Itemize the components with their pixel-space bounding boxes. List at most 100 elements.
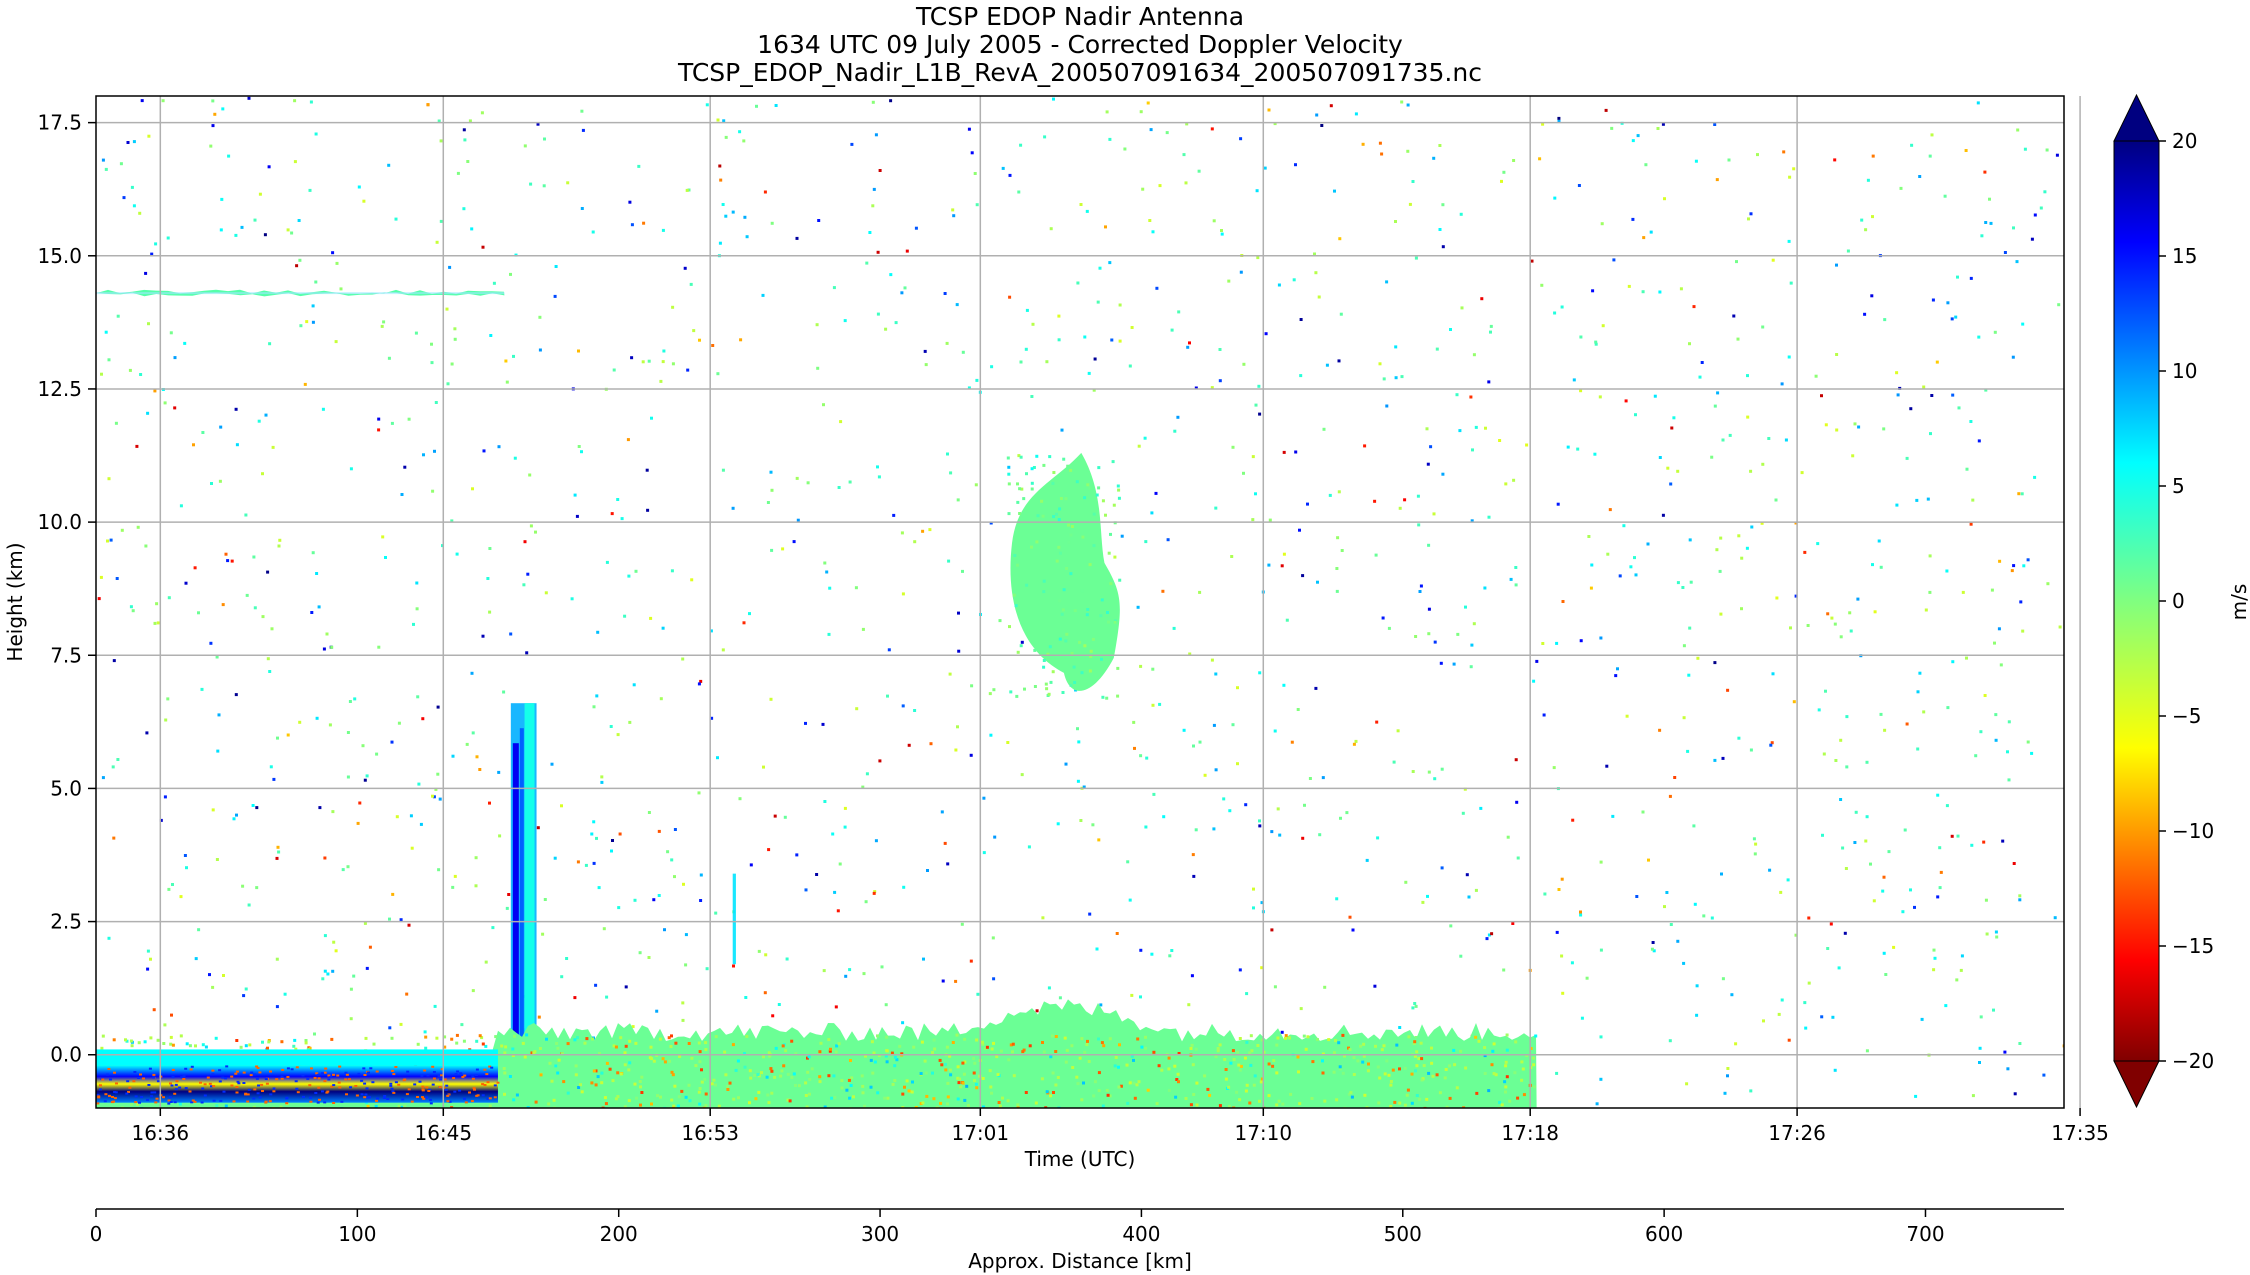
noise-pixel <box>832 286 836 290</box>
noise-pixel <box>1365 858 1369 862</box>
noise-pixel <box>2042 1073 2046 1077</box>
noise-pixel <box>681 657 685 661</box>
surface-pixel <box>731 1043 735 1047</box>
cell-pixel <box>1007 512 1011 516</box>
surface-pixel <box>1287 1036 1291 1040</box>
noise-pixel <box>1509 577 1513 581</box>
noise-pixel <box>1340 549 1344 552</box>
cell-pixel <box>1092 512 1096 516</box>
noise-pixel <box>1926 497 1930 501</box>
noise-pixel <box>2007 778 2011 782</box>
noise-pixel <box>1030 395 1034 398</box>
noise-pixel <box>211 808 215 812</box>
noise-pixel <box>1335 897 1339 901</box>
noise-pixel <box>1210 127 1214 131</box>
surface-pixel <box>585 1037 589 1041</box>
band-pixel <box>169 1101 173 1103</box>
x-tick-label: 17:10 <box>1234 1121 1292 1145</box>
cell-pixel <box>1091 637 1095 641</box>
noise-pixel <box>1455 393 1459 397</box>
surface-pixel <box>532 1051 536 1055</box>
band-pixel <box>184 1087 188 1090</box>
noise-pixel <box>2019 600 2023 604</box>
surface-pixel <box>266 1046 269 1050</box>
noise-pixel <box>1354 112 1358 116</box>
surface-pixel <box>596 1075 600 1079</box>
noise-pixel <box>1787 239 1791 243</box>
noise-pixel <box>275 957 279 961</box>
noise-pixel <box>2001 839 2005 843</box>
band-pixel <box>402 1079 406 1082</box>
noise-pixel <box>816 366 820 370</box>
noise-pixel <box>1017 190 1021 194</box>
noise-pixel <box>671 362 675 366</box>
surface-pixel <box>1075 1075 1079 1079</box>
noise-pixel <box>1636 134 1640 138</box>
surface-pixel <box>616 1095 620 1099</box>
surface-pixel <box>600 1071 604 1075</box>
surface-pixel <box>670 1070 674 1074</box>
noise-pixel <box>166 236 170 240</box>
noise-pixel <box>2030 751 2034 755</box>
noise-pixel <box>1317 295 1321 299</box>
noise-pixel <box>1118 303 1122 307</box>
surface-pixel <box>770 1069 774 1073</box>
noise-pixel <box>1239 270 1243 274</box>
cell-pixel <box>1007 482 1011 486</box>
noise-pixel <box>538 315 542 319</box>
surface-pixel <box>1275 1103 1279 1107</box>
surface-pixel <box>714 1035 718 1039</box>
surface-pixel <box>901 1092 905 1096</box>
noise-pixel <box>1212 219 1216 223</box>
surface-pixel <box>749 1076 753 1080</box>
noise-pixel <box>1414 1004 1418 1008</box>
noise-pixel <box>650 416 653 420</box>
noise-pixel <box>900 291 904 295</box>
surface-pixel <box>1070 1044 1074 1048</box>
noise-pixel <box>399 1022 403 1026</box>
noise-pixel <box>107 936 111 940</box>
noise-pixel <box>1238 968 1242 972</box>
noise-pixel <box>382 320 386 324</box>
band-pixel <box>363 1096 367 1099</box>
noise-pixel <box>1104 225 1107 229</box>
surface-pixel <box>547 1102 551 1106</box>
band-pixel <box>413 1083 417 1086</box>
noise-pixel <box>1737 534 1741 538</box>
noise-pixel <box>395 815 399 819</box>
noise-pixel <box>1108 261 1112 265</box>
surface-pixel <box>965 1084 969 1088</box>
band-pixel <box>425 1096 429 1099</box>
band-pixel <box>493 1096 497 1099</box>
surface-pixel <box>1350 1095 1354 1099</box>
noise-pixel <box>321 407 325 411</box>
noise-pixel <box>1027 845 1031 849</box>
noise-pixel <box>1721 438 1725 442</box>
surface-pixel <box>932 1038 936 1042</box>
noise-pixel <box>1737 736 1741 740</box>
noise-pixel <box>244 987 248 991</box>
noise-pixel <box>1552 766 1556 770</box>
noise-pixel <box>1335 589 1339 593</box>
distance-tick-label: 500 <box>1384 1222 1422 1246</box>
band-pixel <box>255 1065 259 1068</box>
noise-pixel <box>1837 966 1841 970</box>
noise-pixel <box>777 1003 781 1006</box>
noise-pixel <box>208 973 211 977</box>
noise-pixel <box>894 321 898 325</box>
noise-pixel <box>1085 209 1089 213</box>
noise-pixel <box>247 96 251 100</box>
noise-pixel <box>1104 513 1107 517</box>
noise-pixel <box>146 967 150 971</box>
band-pixel <box>264 1101 268 1104</box>
noise-pixel <box>928 528 932 532</box>
surface-pixel <box>698 1060 702 1064</box>
noise-pixel <box>1282 552 1286 556</box>
band-pixel <box>360 1093 364 1096</box>
noise-pixel <box>1650 947 1654 951</box>
surface-pixel <box>1275 1071 1279 1075</box>
noise-pixel <box>1120 534 1124 538</box>
noise-pixel <box>1918 175 1922 178</box>
noise-pixel <box>1244 803 1248 807</box>
band-pixel <box>200 1101 204 1104</box>
